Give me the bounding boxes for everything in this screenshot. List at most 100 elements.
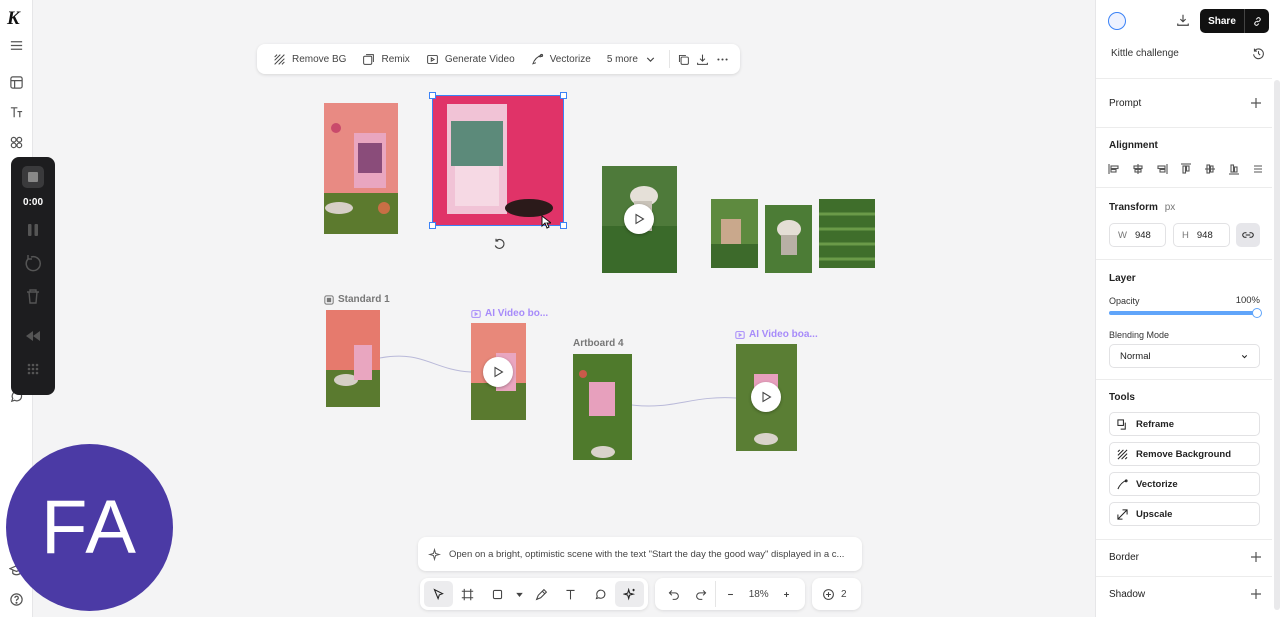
ai-video-board-1[interactable]: [471, 323, 526, 420]
redo-button[interactable]: [687, 581, 715, 607]
vectorize-tool-button[interactable]: Vectorize: [1109, 472, 1260, 496]
select-tool[interactable]: [424, 581, 454, 607]
canvas-image-tea-hat[interactable]: [765, 205, 812, 273]
remove-background-button[interactable]: Remove Background: [1109, 442, 1260, 466]
resize-handle-tr[interactable]: [560, 92, 567, 99]
width-label: W: [1118, 229, 1127, 241]
download-button[interactable]: [693, 44, 712, 74]
add-count-toolbar[interactable]: 2: [812, 578, 861, 610]
toolbar-divider: [668, 50, 670, 68]
reframe-label: Reframe: [1136, 418, 1175, 430]
prompt-section: Prompt: [1096, 79, 1272, 128]
align-right-icon[interactable]: [1156, 163, 1168, 175]
text-tool[interactable]: [556, 581, 585, 607]
alignment-buttons: [1108, 163, 1264, 175]
opacity-slider-handle[interactable]: [1252, 308, 1262, 318]
resize-handle-bl[interactable]: [429, 222, 436, 229]
upscale-button[interactable]: Upscale: [1109, 502, 1260, 526]
undo-button[interactable]: [659, 581, 687, 607]
canvas-image-tea-field[interactable]: [819, 199, 875, 268]
help-icon[interactable]: [9, 592, 24, 607]
play-button[interactable]: [483, 357, 513, 387]
shape-tool[interactable]: [482, 581, 511, 607]
comment-tool[interactable]: [586, 581, 615, 607]
more-dropdown[interactable]: 5 more: [599, 44, 665, 74]
elements-icon[interactable]: [9, 135, 24, 150]
shape-dropdown[interactable]: [512, 581, 528, 607]
project-name[interactable]: Kittle challenge: [1111, 48, 1179, 59]
share-button[interactable]: Share: [1200, 16, 1244, 27]
opacity-slider[interactable]: [1109, 311, 1256, 315]
artboard-standard-1[interactable]: [326, 310, 380, 407]
prompt-bar[interactable]: Open on a bright, optimistic scene with …: [418, 537, 862, 571]
align-center-h-icon[interactable]: [1132, 163, 1144, 175]
ai-tool[interactable]: [614, 581, 644, 607]
ai-video-label-1[interactable]: AI Video bo...: [471, 308, 548, 319]
ai-video-board-2[interactable]: [736, 344, 797, 451]
user-avatar-small[interactable]: [1108, 12, 1126, 30]
align-left-icon[interactable]: [1108, 163, 1120, 175]
play-button[interactable]: [624, 204, 654, 234]
history-icon[interactable]: [1252, 47, 1265, 60]
copy-icon: [678, 54, 689, 65]
canvas-video-tea-picker[interactable]: [602, 166, 677, 273]
upscale-icon: [1117, 508, 1128, 520]
video-controls: 0:00: [11, 157, 55, 395]
add-border-icon[interactable]: [1250, 551, 1262, 563]
add-shadow-icon[interactable]: [1250, 588, 1262, 600]
blending-mode-select[interactable]: Normal: [1109, 344, 1260, 368]
lock-ratio-button[interactable]: [1236, 223, 1260, 247]
export-icon[interactable]: [1176, 13, 1190, 27]
grid-icon[interactable]: [24, 360, 42, 378]
resize-handle-tl[interactable]: [429, 92, 436, 99]
zoom-level[interactable]: 18%: [745, 589, 773, 600]
play-button[interactable]: [751, 382, 781, 412]
artboard-label[interactable]: Artboard 4: [573, 338, 624, 349]
frame-tool[interactable]: [453, 581, 482, 607]
zoom-out-button[interactable]: [716, 581, 744, 607]
krea-logo[interactable]: K: [7, 8, 20, 30]
align-bottom-icon[interactable]: [1228, 163, 1240, 175]
remove-bg-button[interactable]: Remove BG: [265, 44, 354, 74]
redo-icon: [696, 589, 707, 600]
layout-icon[interactable]: [9, 75, 24, 90]
undo-icon: [668, 589, 679, 600]
properties-panel: Share Kittle challenge Prompt Alignment: [1095, 0, 1280, 617]
canvas[interactable]: Remove BG Remix Generate Video Vectorize…: [33, 0, 1095, 617]
user-avatar[interactable]: FA: [6, 444, 173, 611]
transform-title: Transform px: [1109, 202, 1175, 213]
zoom-in-button[interactable]: [773, 581, 801, 607]
menu-icon[interactable]: [9, 38, 24, 53]
rotate-icon[interactable]: [493, 237, 505, 249]
height-value: 948: [1196, 229, 1213, 241]
more-label: 5 more: [606, 53, 638, 65]
canvas-image-tea-leaves[interactable]: [711, 199, 758, 268]
height-input[interactable]: H 948: [1173, 223, 1230, 247]
align-center-v-icon[interactable]: [1204, 163, 1216, 175]
loop-icon[interactable]: [24, 254, 42, 272]
trash-icon[interactable]: [24, 287, 42, 305]
ai-video-label-2[interactable]: AI Video boa...: [735, 329, 818, 340]
copy-link-button[interactable]: [1245, 16, 1269, 27]
duplicate-button[interactable]: [674, 44, 693, 74]
add-prompt-icon[interactable]: [1250, 97, 1262, 109]
remix-button[interactable]: Remix: [354, 44, 417, 74]
pen-tool[interactable]: [527, 581, 556, 607]
drawing-toolbar: [420, 578, 648, 610]
reframe-button[interactable]: Reframe: [1109, 412, 1260, 436]
text-icon[interactable]: [9, 105, 24, 120]
panel-scrollbar[interactable]: [1274, 80, 1280, 610]
distribute-icon[interactable]: [1252, 163, 1264, 175]
resize-handle-br[interactable]: [560, 222, 567, 229]
rewind-icon[interactable]: [24, 327, 42, 345]
canvas-image-tea-cup[interactable]: [324, 103, 398, 234]
standard-label[interactable]: Standard 1: [324, 294, 390, 305]
width-input[interactable]: W 948: [1109, 223, 1166, 247]
pause-icon[interactable]: [24, 221, 42, 239]
generate-video-button[interactable]: Generate Video: [418, 44, 523, 74]
artboard-4[interactable]: [573, 354, 632, 460]
stop-button[interactable]: [22, 166, 44, 188]
more-options-button[interactable]: [713, 44, 732, 74]
vectorize-button[interactable]: Vectorize: [523, 44, 599, 74]
align-top-icon[interactable]: [1180, 163, 1192, 175]
